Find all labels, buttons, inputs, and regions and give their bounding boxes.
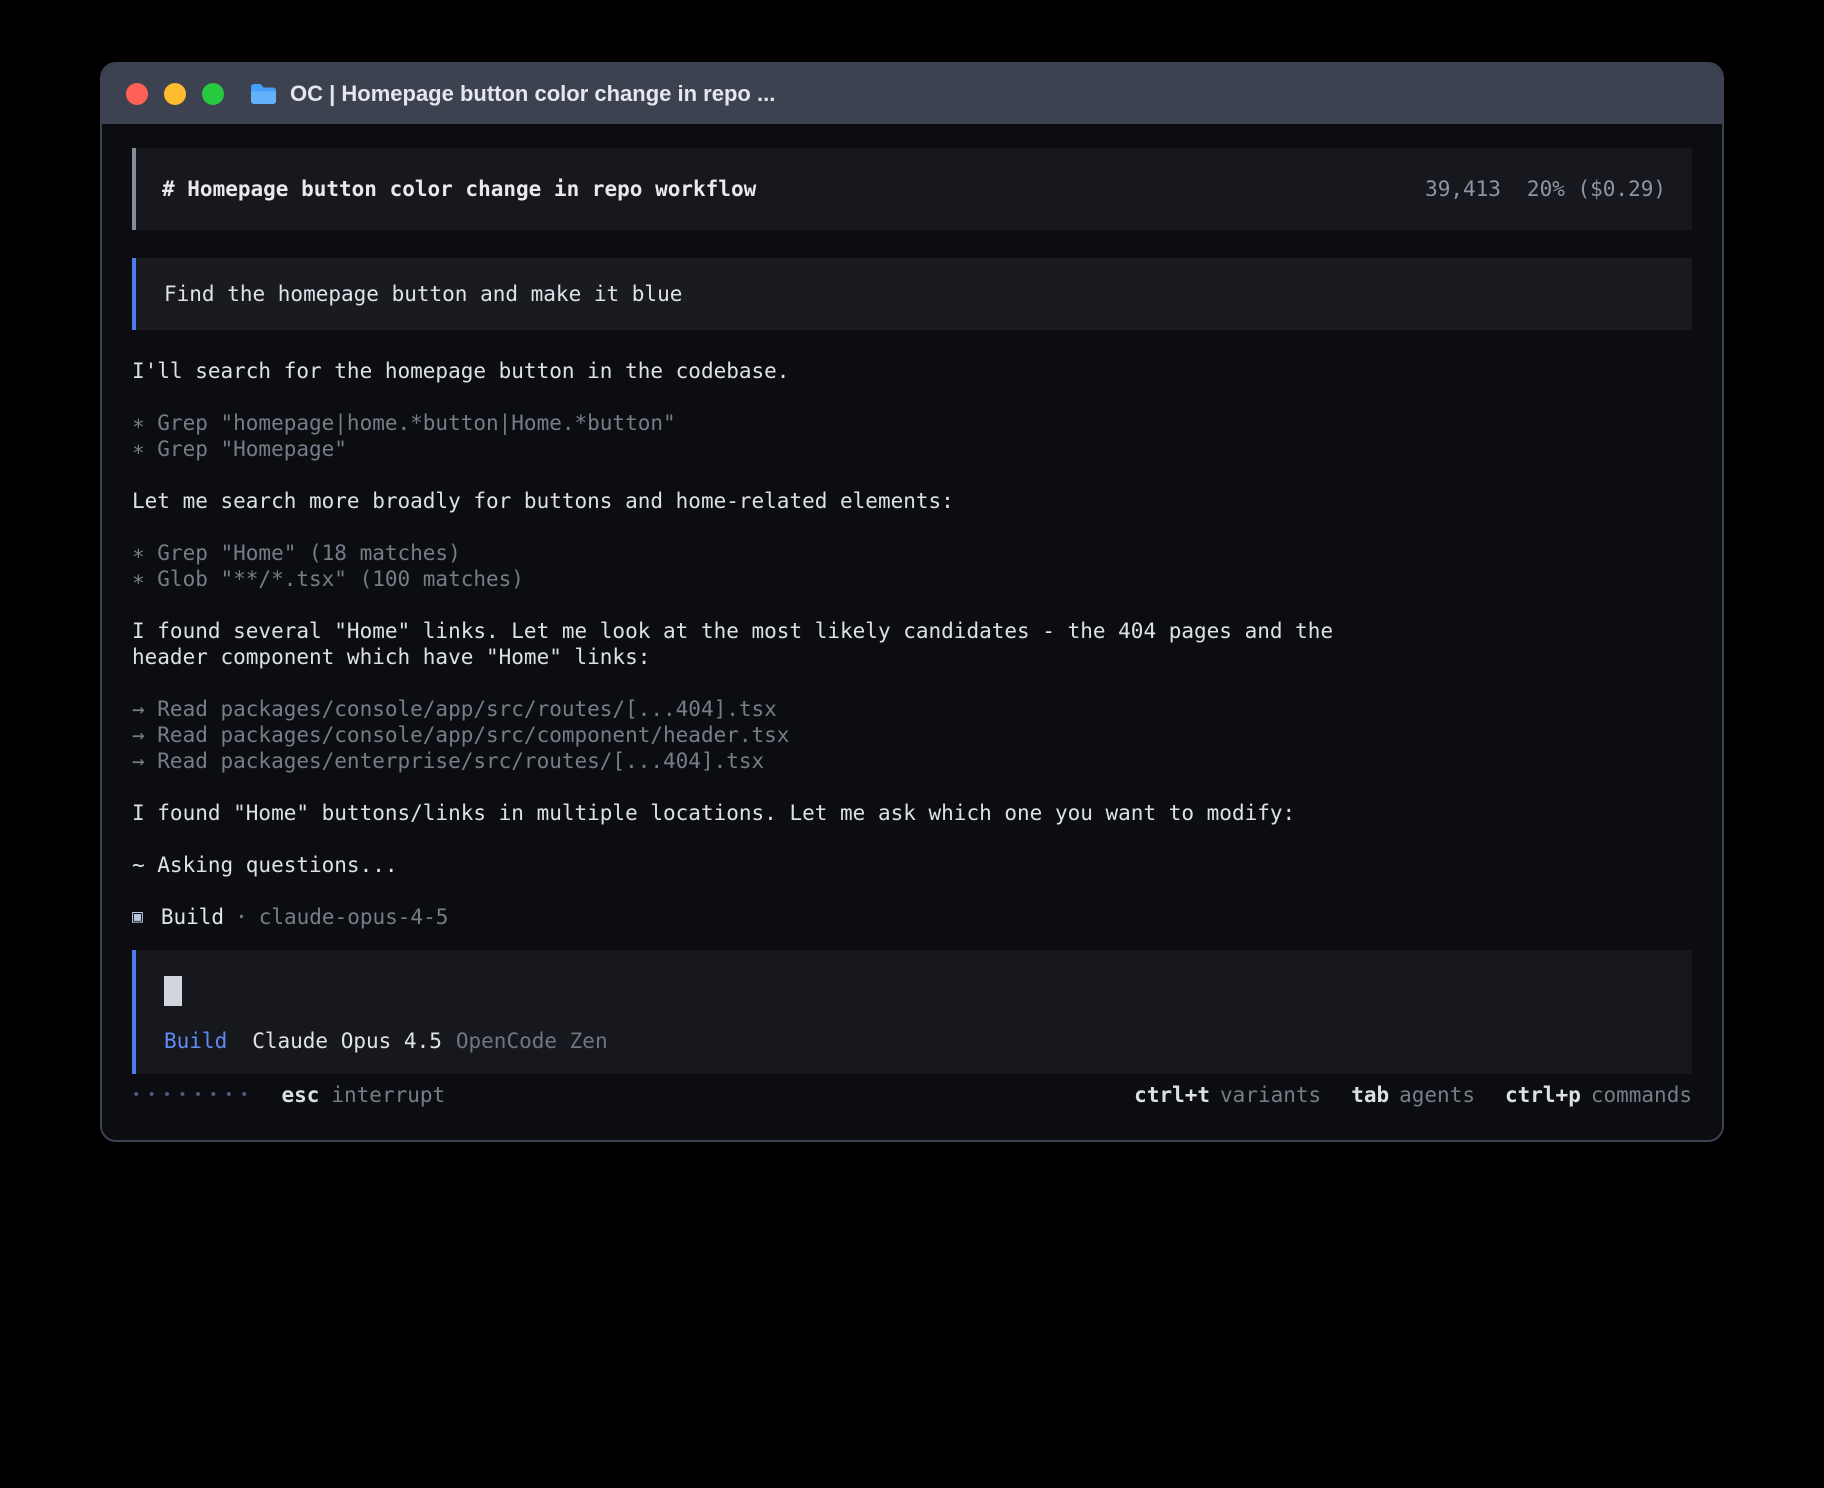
session-stats: 39,413 20% ($0.29): [1425, 177, 1666, 201]
tool-call-block: ∗ Grep "Home" (18 matches) ∗ Glob "**/*.…: [132, 540, 1692, 592]
terminal-content: # Homepage button color change in repo w…: [102, 124, 1722, 1140]
activity-status-block: ~ Asking questions...: [132, 852, 1692, 878]
status-bar: •••••••• esc interrupt ctrl+t variants t…: [132, 1082, 1692, 1108]
provider-label: OpenCode Zen: [456, 1028, 608, 1054]
tool-call-block: ∗ Grep "homepage|home.*button|Home.*butt…: [132, 410, 1692, 462]
hint-commands: ctrl+p commands: [1505, 1082, 1692, 1108]
hint-label: commands: [1591, 1082, 1692, 1108]
hint-key: ctrl+t: [1134, 1082, 1210, 1108]
input-meta: Build Claude Opus 4.5 OpenCode Zen: [164, 1028, 1664, 1054]
agent-icon: ▣: [132, 904, 143, 930]
hint-variants: ctrl+t variants: [1134, 1082, 1321, 1108]
session-header: # Homepage button color change in repo w…: [132, 148, 1692, 230]
assistant-text-block: I found several "Home" links. Let me loo…: [132, 618, 1692, 670]
esc-shortcut-key: esc: [281, 1082, 319, 1108]
tool-call-block: → Read packages/console/app/src/routes/[…: [132, 696, 1692, 774]
hint-label: variants: [1220, 1082, 1321, 1108]
close-button[interactable]: [126, 83, 148, 105]
agent-separator: ·: [235, 904, 248, 930]
spinner-dots: ••••••••: [132, 1082, 255, 1108]
window-title: OC | Homepage button color change in rep…: [290, 81, 775, 107]
assistant-line: I found several "Home" links. Let me loo…: [132, 618, 1692, 644]
zoom-button[interactable]: [202, 83, 224, 105]
context-cost: 20% ($0.29): [1527, 177, 1666, 201]
title-wrap: OC | Homepage button color change in rep…: [250, 81, 775, 107]
token-count: 39,413: [1425, 177, 1501, 201]
folder-icon: [250, 83, 277, 105]
assistant-line: Let me search more broadly for buttons a…: [132, 488, 1692, 514]
agent-status: ▣ Build · claude-opus-4-5: [132, 904, 1692, 930]
esc-shortcut-label: interrupt: [331, 1082, 445, 1108]
titlebar: OC | Homepage button color change in rep…: [102, 64, 1722, 124]
user-message-text: Find the homepage button and make it blu…: [164, 282, 682, 306]
tool-call-line: ∗ Grep "Homepage": [132, 436, 1692, 462]
traffic-lights: [126, 83, 224, 105]
assistant-text-block: Let me search more broadly for buttons a…: [132, 488, 1692, 514]
prompt-input[interactable]: Build Claude Opus 4.5 OpenCode Zen: [132, 950, 1692, 1074]
model-label: Claude Opus 4.5: [252, 1028, 442, 1054]
assistant-text-block: I'll search for the homepage button in t…: [132, 358, 1692, 384]
user-message-block: Find the homepage button and make it blu…: [132, 258, 1692, 330]
text-cursor: [164, 976, 182, 1006]
mode-label: Build: [164, 1028, 227, 1054]
hint-key: tab: [1351, 1082, 1389, 1108]
session-title: # Homepage button color change in repo w…: [162, 177, 756, 201]
assistant-line: I found "Home" buttons/links in multiple…: [132, 800, 1692, 826]
tool-call-line: → Read packages/console/app/src/componen…: [132, 722, 1692, 748]
tool-call-line: → Read packages/enterprise/src/routes/[.…: [132, 748, 1692, 774]
app-window: OC | Homepage button color change in rep…: [100, 62, 1724, 1142]
agent-model: claude-opus-4-5: [259, 904, 449, 930]
hint-key: ctrl+p: [1505, 1082, 1581, 1108]
hint-label: agents: [1399, 1082, 1475, 1108]
assistant-text-block: I found "Home" buttons/links in multiple…: [132, 800, 1692, 826]
tool-call-line: ∗ Glob "**/*.tsx" (100 matches): [132, 566, 1692, 592]
assistant-line: header component which have "Home" links…: [132, 644, 1692, 670]
activity-status-line: ~ Asking questions...: [132, 852, 1692, 878]
tool-call-line: ∗ Grep "homepage|home.*button|Home.*butt…: [132, 410, 1692, 436]
hint-agents: tab agents: [1351, 1082, 1475, 1108]
tool-call-line: ∗ Grep "Home" (18 matches): [132, 540, 1692, 566]
assistant-line: I'll search for the homepage button in t…: [132, 358, 1692, 384]
minimize-button[interactable]: [164, 83, 186, 105]
shortcut-hints: ctrl+t variants tab agents ctrl+p comman…: [1134, 1082, 1692, 1108]
tool-call-line: → Read packages/console/app/src/routes/[…: [132, 696, 1692, 722]
agent-name: Build: [161, 904, 224, 930]
